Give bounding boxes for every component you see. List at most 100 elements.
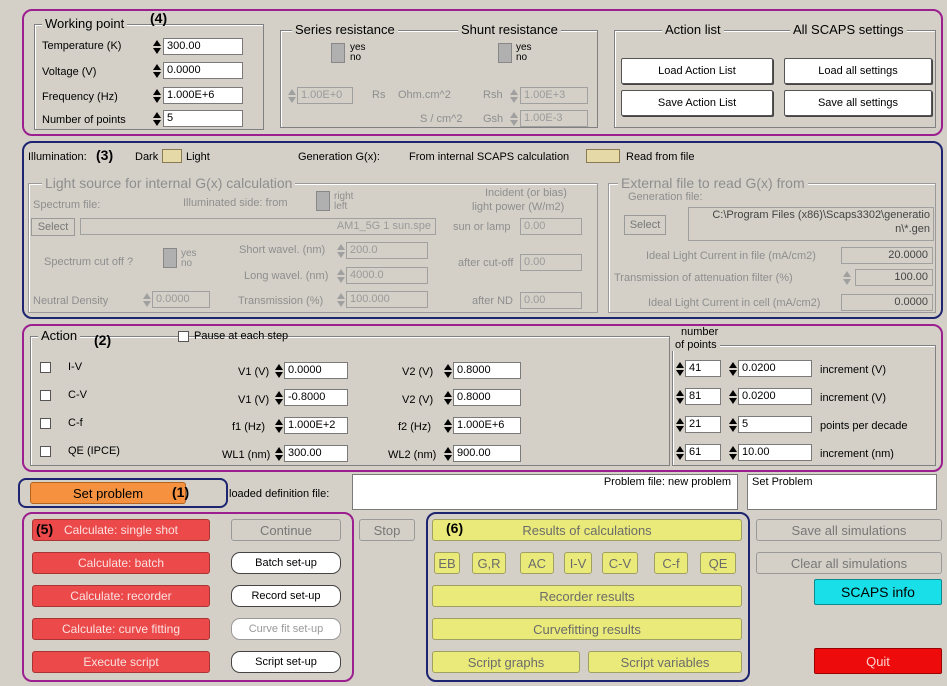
tab-eb[interactable]: EB <box>434 552 460 574</box>
generation-toggle[interactable] <box>586 149 620 163</box>
load-action-list-button[interactable]: Load Action List <box>621 58 773 84</box>
cf-p2-spinner[interactable] <box>444 418 452 434</box>
cf-checkbox[interactable] <box>40 418 51 429</box>
cv-inc-spinner[interactable] <box>729 389 737 405</box>
qe-p1-spinner[interactable] <box>275 446 283 462</box>
iv-inc-input[interactable]: 0.0200 <box>738 360 812 377</box>
curvefitting-results-button[interactable]: Curvefitting results <box>432 618 742 640</box>
spectrum-file-input[interactable]: AM1_5G 1 sun.spe <box>80 218 436 235</box>
points-input[interactable]: 5 <box>163 110 243 127</box>
cf-inc-input[interactable]: 5 <box>738 416 812 433</box>
voltage-input[interactable]: 0.0000 <box>163 62 243 79</box>
cv-checkbox[interactable] <box>40 390 51 401</box>
series-toggle[interactable] <box>331 43 345 63</box>
long-wavel-input[interactable]: 4000.0 <box>346 267 428 284</box>
cv-p1-input[interactable]: -0.8000 <box>284 389 348 406</box>
script-variables-button[interactable]: Script variables <box>588 651 742 673</box>
qe-points-input[interactable]: 61 <box>685 444 721 461</box>
frequency-input[interactable]: 1.000E+6 <box>163 87 243 104</box>
iv-points-input[interactable]: 41 <box>685 360 721 377</box>
iv-p1-spinner[interactable] <box>275 363 283 379</box>
cutoff-toggle[interactable] <box>163 248 177 268</box>
cv-p2-spinner[interactable] <box>444 390 452 406</box>
spectrum-select-button[interactable]: Select <box>31 218 75 236</box>
cf-points-input[interactable]: 21 <box>685 416 721 433</box>
qe-p2-spinner[interactable] <box>444 446 452 462</box>
cf-p2-input[interactable]: 1.000E+6 <box>453 417 521 434</box>
shunt-toggle[interactable] <box>498 43 512 63</box>
tab-gr[interactable]: G,R <box>472 552 506 574</box>
curve-fit-setup-button[interactable]: Curve fit set-up <box>231 618 341 640</box>
short-wavel-spinner[interactable] <box>337 243 345 259</box>
attenuation-input[interactable]: 100.00 <box>855 269 933 286</box>
transmission-spinner[interactable] <box>337 292 345 308</box>
rsh-spinner[interactable] <box>510 88 518 104</box>
cf-p1-spinner[interactable] <box>275 418 283 434</box>
set-problem-button[interactable]: Set problem <box>30 482 186 504</box>
cf-inc-spinner[interactable] <box>729 417 737 433</box>
iv-p2-input[interactable]: 0.8000 <box>453 362 521 379</box>
iv-p1-input[interactable]: 0.0000 <box>284 362 348 379</box>
qe-p2-input[interactable]: 900.00 <box>453 445 521 462</box>
tab-cv[interactable]: C-V <box>602 552 638 574</box>
tab-qe[interactable]: QE <box>700 552 736 574</box>
gsh-input[interactable]: 1.00E-3 <box>520 110 588 127</box>
points-spinner[interactable] <box>153 111 161 127</box>
load-all-settings-button[interactable]: Load all settings <box>784 58 932 84</box>
illumination-toggle[interactable] <box>162 149 182 163</box>
nd-input[interactable]: 0.0000 <box>152 291 210 308</box>
qe-p1-input[interactable]: 300.00 <box>284 445 348 462</box>
temperature-spinner[interactable] <box>153 39 161 55</box>
save-all-settings-button[interactable]: Save all settings <box>784 90 932 116</box>
cf-points-spinner[interactable] <box>676 417 684 433</box>
iv-points-spinner[interactable] <box>676 361 684 377</box>
calc-batch-button[interactable]: Calculate: batch <box>32 552 210 574</box>
external-select-button[interactable]: Select <box>624 215 666 235</box>
rs-input[interactable]: 1.00E+0 <box>297 87 353 104</box>
iv-p2-spinner[interactable] <box>444 363 452 379</box>
transmission-input[interactable]: 100.000 <box>346 291 428 308</box>
stop-button[interactable]: Stop <box>359 519 415 541</box>
continue-button[interactable]: Continue <box>231 519 341 541</box>
tab-ac[interactable]: AC <box>520 552 554 574</box>
rs-spinner[interactable] <box>288 88 296 104</box>
script-graphs-button[interactable]: Script graphs <box>432 651 580 673</box>
gsh-spinner[interactable] <box>510 111 518 127</box>
cv-points-input[interactable]: 81 <box>685 388 721 405</box>
script-setup-button[interactable]: Script set-up <box>231 651 341 673</box>
qe-inc-spinner[interactable] <box>729 445 737 461</box>
attenuation-spinner[interactable] <box>843 270 851 286</box>
save-all-simulations-button[interactable]: Save all simulations <box>756 519 942 541</box>
save-action-list-button[interactable]: Save Action List <box>621 90 773 116</box>
cf-p1-input[interactable]: 1.000E+2 <box>284 417 348 434</box>
illuminated-side-toggle[interactable] <box>316 191 330 211</box>
short-wavel-input[interactable]: 200.0 <box>346 242 428 259</box>
scaps-info-button[interactable]: SCAPS info <box>814 579 942 605</box>
quit-button[interactable]: Quit <box>814 648 942 674</box>
iv-inc-spinner[interactable] <box>729 361 737 377</box>
nd-spinner[interactable] <box>143 292 151 308</box>
cv-p2-input[interactable]: 0.8000 <box>453 389 521 406</box>
tab-cf[interactable]: C-f <box>654 552 688 574</box>
qe-checkbox[interactable] <box>40 446 51 457</box>
execute-script-button[interactable]: Execute script <box>32 651 210 673</box>
voltage-spinner[interactable] <box>153 63 161 79</box>
calc-single-shot-button[interactable]: Calculate: single shot <box>32 519 210 541</box>
qe-inc-input[interactable]: 10.00 <box>738 444 812 461</box>
calc-curve-fitting-button[interactable]: Calculate: curve fitting <box>32 618 210 640</box>
long-wavel-spinner[interactable] <box>337 268 345 284</box>
pause-checkbox[interactable] <box>178 331 189 342</box>
cv-points-spinner[interactable] <box>676 389 684 405</box>
cv-p1-spinner[interactable] <box>275 390 283 406</box>
external-path-box[interactable]: C:\Program Files (x86)\Scaps3302\generat… <box>688 207 934 241</box>
tab-iv[interactable]: I-V <box>564 552 592 574</box>
results-of-calculations-button[interactable]: Results of calculations <box>432 519 742 541</box>
record-setup-button[interactable]: Record set-up <box>231 585 341 607</box>
batch-setup-button[interactable]: Batch set-up <box>231 552 341 574</box>
cv-inc-input[interactable]: 0.0200 <box>738 388 812 405</box>
clear-all-simulations-button[interactable]: Clear all simulations <box>756 552 942 574</box>
temperature-input[interactable]: 300.00 <box>163 38 243 55</box>
frequency-spinner[interactable] <box>153 88 161 104</box>
calc-recorder-button[interactable]: Calculate: recorder <box>32 585 210 607</box>
recorder-results-button[interactable]: Recorder results <box>432 585 742 607</box>
